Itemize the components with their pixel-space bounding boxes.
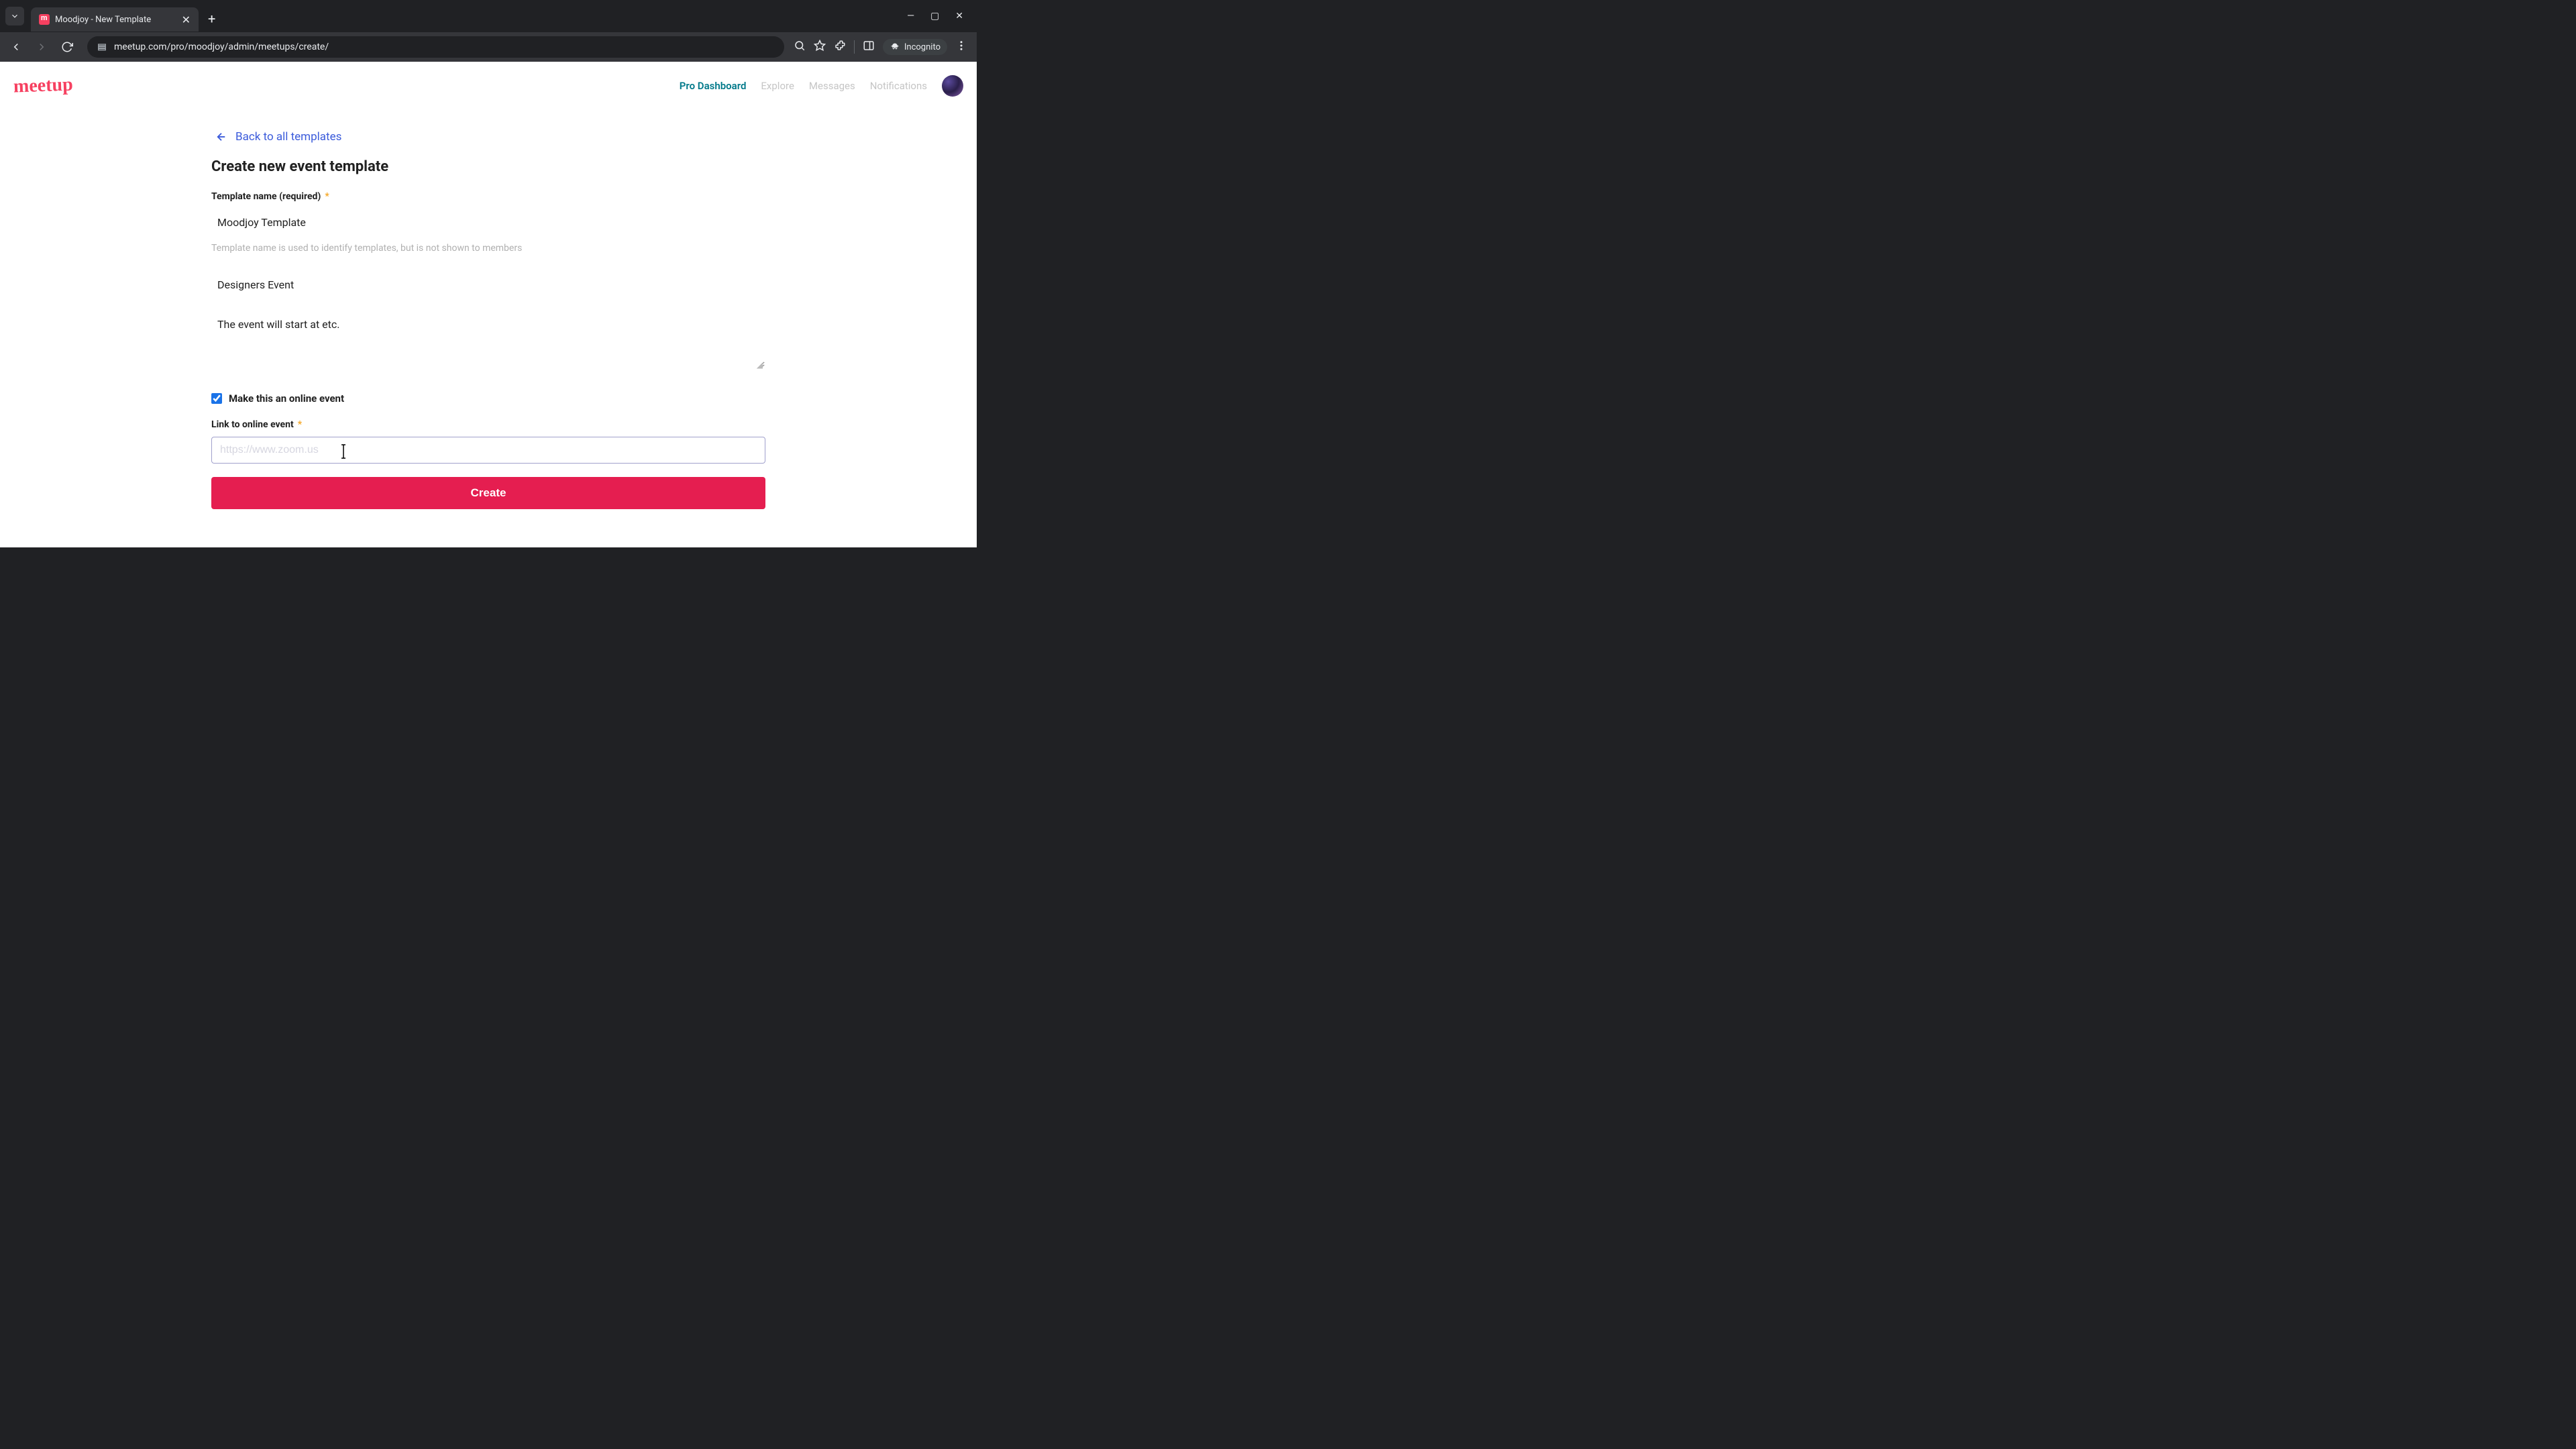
nav-messages[interactable]: Messages xyxy=(809,80,855,92)
window-maximize-icon[interactable]: ▢ xyxy=(930,11,939,21)
tab-favicon xyxy=(39,14,50,25)
required-star-icon: * xyxy=(298,419,302,430)
url-text: meetup.com/pro/moodjoy/admin/meetups/cre… xyxy=(114,42,775,52)
nav-forward-button[interactable] xyxy=(31,36,52,58)
nav-notifications[interactable]: Notifications xyxy=(870,80,927,92)
browser-menu-icon[interactable] xyxy=(955,40,967,54)
back-link[interactable]: Back to all templates xyxy=(215,130,765,144)
toolbar-divider xyxy=(854,40,855,54)
reload-button[interactable] xyxy=(56,36,78,58)
online-event-label[interactable]: Make this an online event xyxy=(229,392,344,405)
incognito-badge[interactable]: Incognito xyxy=(883,39,947,55)
tab-close-icon[interactable]: ✕ xyxy=(182,13,191,26)
link-label: Link to online event* xyxy=(211,419,765,430)
event-description-textarea[interactable] xyxy=(211,311,765,368)
search-icon[interactable] xyxy=(794,40,806,54)
incognito-icon xyxy=(890,42,900,52)
browser-tab[interactable]: Moodjoy - New Template ✕ xyxy=(31,7,199,32)
meetup-logo[interactable]: meetup xyxy=(13,74,73,97)
side-panel-icon[interactable] xyxy=(863,40,875,54)
url-bar[interactable]: meetup.com/pro/moodjoy/admin/meetups/cre… xyxy=(87,36,784,58)
window-close-icon[interactable]: ✕ xyxy=(955,11,963,21)
nav-back-button[interactable] xyxy=(5,36,27,58)
arrow-left-icon xyxy=(215,131,227,143)
site-settings-icon[interactable] xyxy=(97,42,107,52)
nav-pro-dashboard[interactable]: Pro Dashboard xyxy=(680,80,747,92)
nav-explore[interactable]: Explore xyxy=(761,80,794,92)
page-title: Create new event template xyxy=(211,158,765,175)
event-title-input[interactable] xyxy=(211,271,765,299)
incognito-label: Incognito xyxy=(904,42,941,52)
new-tab-button[interactable]: + xyxy=(208,11,215,27)
back-link-label: Back to all templates xyxy=(235,130,341,144)
template-name-input[interactable] xyxy=(211,209,765,236)
template-name-help: Template name is used to identify templa… xyxy=(211,243,765,254)
online-event-checkbox[interactable] xyxy=(211,393,222,404)
template-name-label: Template name (required)* xyxy=(211,191,765,202)
tab-search-dropdown[interactable] xyxy=(5,7,24,25)
tab-title: Moodjoy - New Template xyxy=(55,15,176,25)
required-star-icon: * xyxy=(325,191,329,202)
extensions-icon[interactable] xyxy=(834,40,846,54)
bookmark-icon[interactable] xyxy=(814,40,826,54)
avatar[interactable] xyxy=(942,75,963,97)
create-button[interactable]: Create xyxy=(211,477,765,509)
window-minimize-icon[interactable]: — xyxy=(907,11,914,21)
online-link-input[interactable] xyxy=(211,437,765,464)
